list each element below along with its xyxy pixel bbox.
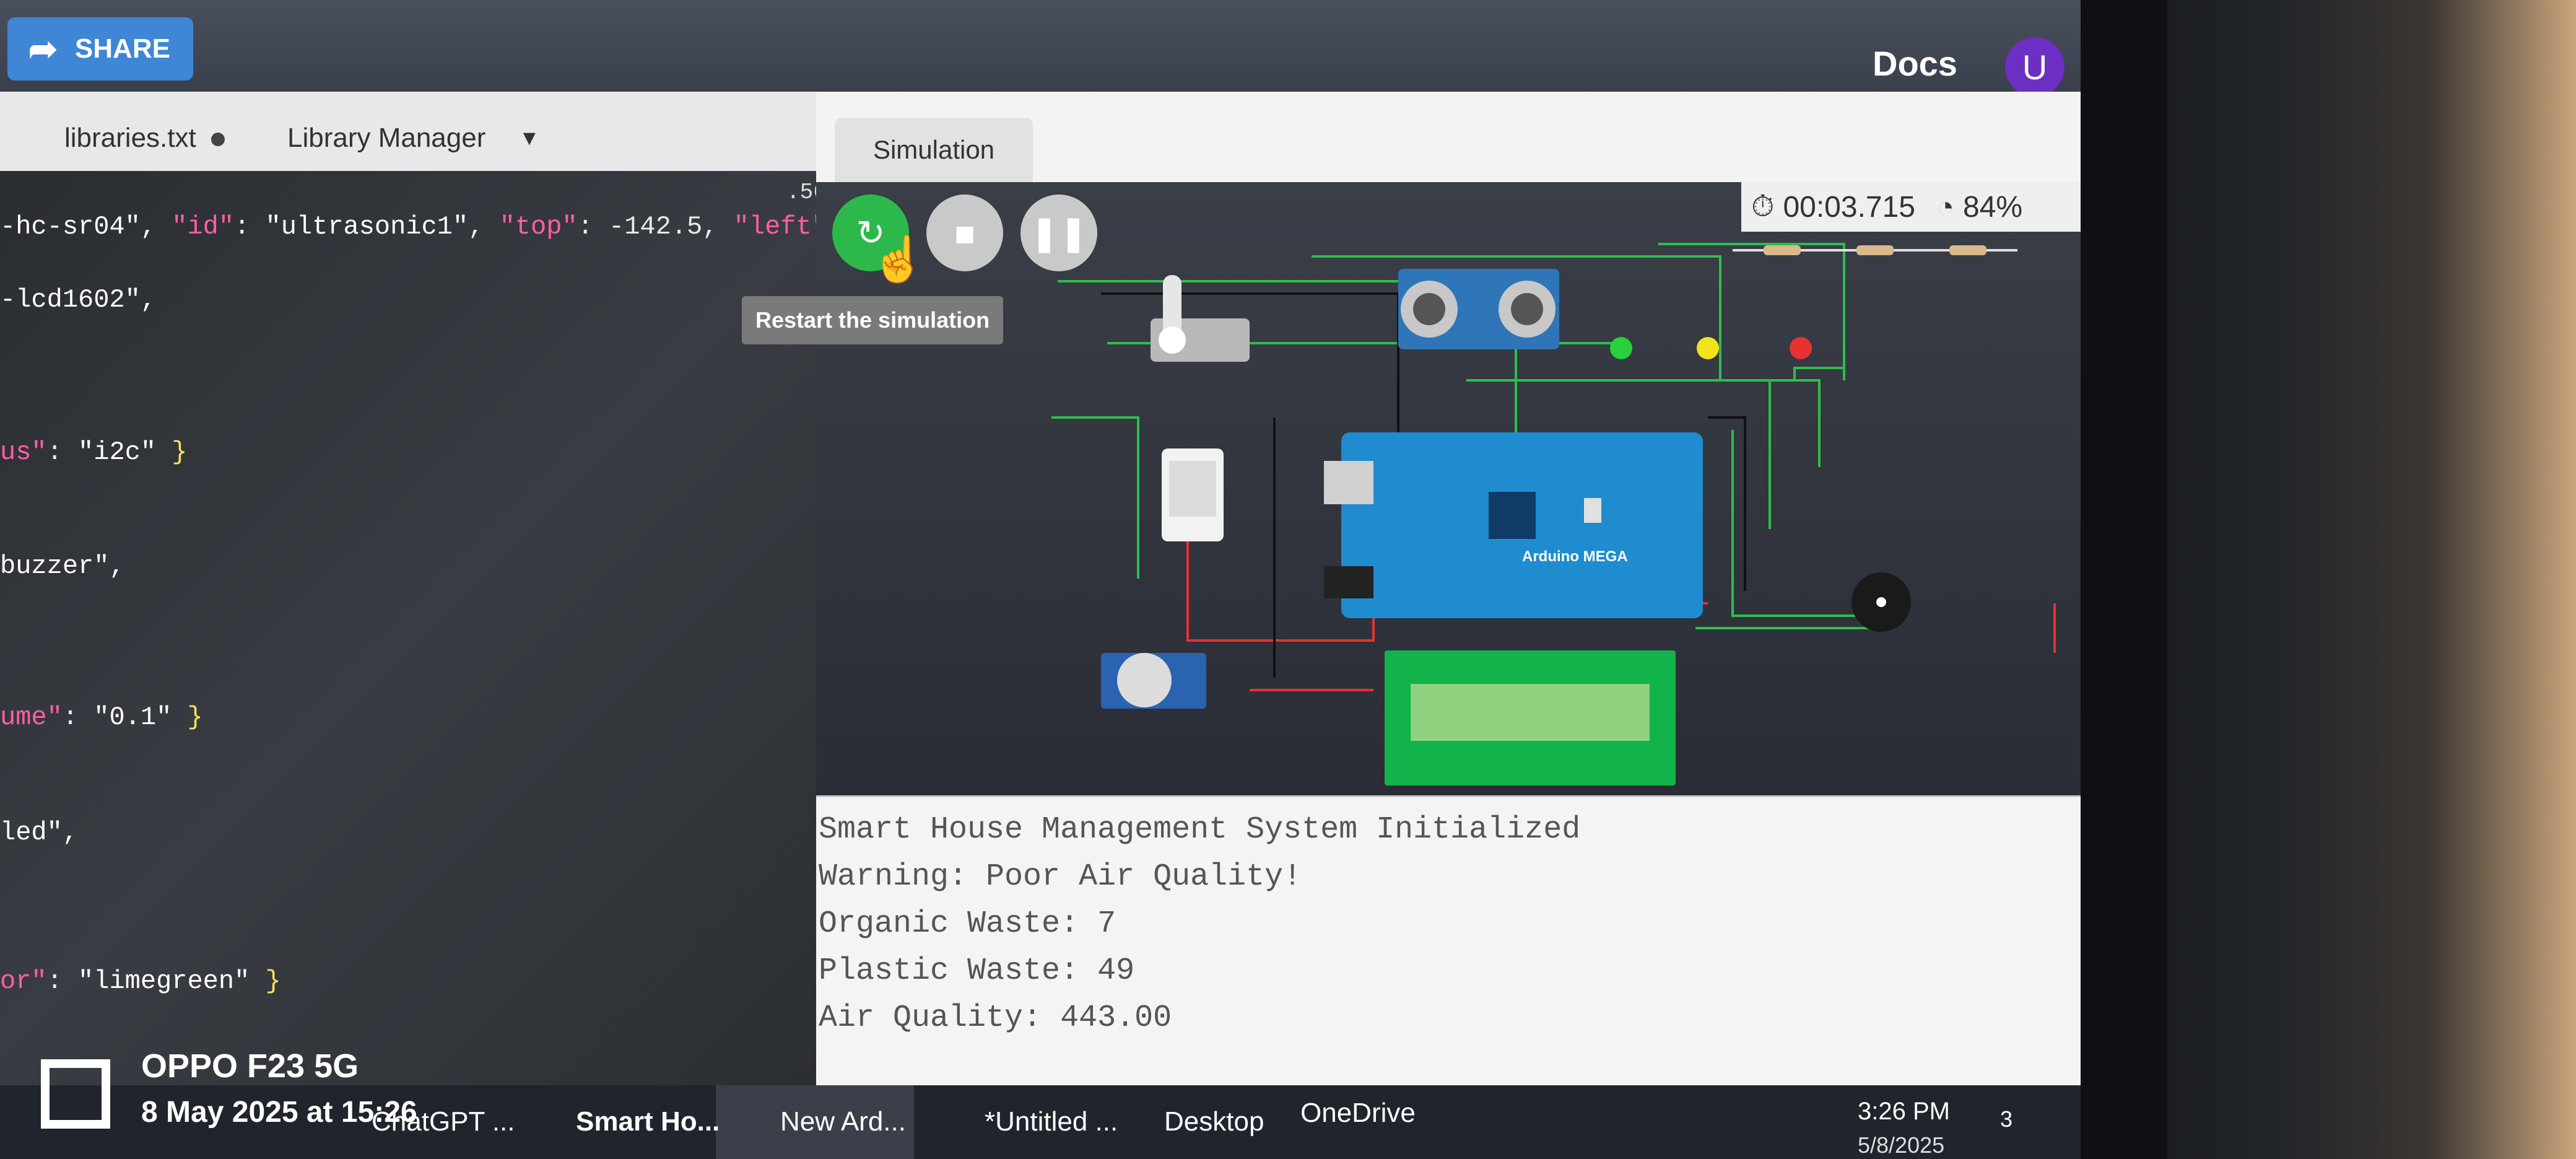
simulation-header: Simulation bbox=[816, 92, 2081, 182]
stop-icon: ■ bbox=[954, 213, 975, 253]
speedometer-icon: ◔ bbox=[1936, 190, 1954, 224]
monitor-bezel bbox=[2081, 0, 2167, 1159]
arduino-mega-board: Arduino MEGA bbox=[1324, 432, 1703, 618]
dht-sensor bbox=[1162, 448, 1224, 541]
docs-link[interactable]: Docs bbox=[1873, 43, 1957, 84]
code-line: -lcd1602", bbox=[0, 285, 157, 315]
top-bar: ➦ SHARE Docs U bbox=[0, 0, 2081, 97]
clock-date[interactable]: 5/8/2025 bbox=[1858, 1132, 1944, 1158]
code-line: buzzer", bbox=[0, 551, 125, 581]
task-untitled[interactable]: *Untitled ... bbox=[985, 1106, 1118, 1137]
code-line: us": "i2c" } bbox=[0, 437, 188, 467]
task-new-arduino[interactable]: New Ard... bbox=[780, 1106, 906, 1137]
simulation-timer: ⏱ 00:03.715 ◔ 84% bbox=[1741, 182, 2081, 232]
task-onedrive[interactable]: OneDrive bbox=[1300, 1098, 1416, 1129]
led-green bbox=[1610, 337, 1632, 359]
clock-time[interactable]: 3:26 PM bbox=[1858, 1098, 1950, 1126]
circuit-diagram: Arduino MEGA bbox=[1051, 243, 2056, 785]
camera-watermark-date: 8 May 2025 at 15:26 bbox=[141, 1096, 417, 1129]
share-arrow-icon: ➦ bbox=[28, 29, 58, 68]
speed-value: 84% bbox=[1963, 190, 2023, 224]
user-avatar[interactable]: U bbox=[2005, 37, 2065, 97]
hand-cursor-icon: ☝ bbox=[871, 235, 926, 284]
stopwatch-icon: ⏱ bbox=[1751, 190, 1775, 223]
serial-line: Air Quality: 443.00 bbox=[819, 1000, 1172, 1036]
timer-value: 00:03.715 bbox=[1783, 190, 1915, 224]
tab-libraries[interactable]: libraries.txt bbox=[64, 123, 225, 154]
serial-line: Organic Waste: 7 bbox=[819, 906, 1116, 942]
unsaved-dot-icon bbox=[211, 133, 225, 147]
code-line: -hc-sr04", "id": "ultrasonic1", "top": -… bbox=[0, 212, 843, 242]
serial-line: Plastic Waste: 49 bbox=[819, 953, 1135, 989]
task-smart-house[interactable]: Smart Ho... bbox=[576, 1106, 720, 1137]
serial-monitor[interactable]: Smart House Management System Initialize… bbox=[816, 795, 2081, 1090]
code-editor[interactable]: .56 -hc-sr04", "id": "ultrasonic1", "top… bbox=[0, 171, 843, 1090]
simulation-canvas[interactable]: Arduino MEGA ↻ ■ ❚❚ ☝ Restart the simula… bbox=[742, 182, 2081, 795]
buzzer bbox=[1852, 572, 1911, 632]
lcd-display bbox=[1385, 650, 1676, 785]
resistor-1 bbox=[1764, 245, 1801, 255]
camera-watermark-model: OPPO F23 5G bbox=[141, 1047, 359, 1085]
task-desktop[interactable]: Desktop bbox=[1164, 1106, 1264, 1137]
ultrasonic-sensor bbox=[1398, 269, 1559, 349]
share-label: SHARE bbox=[74, 33, 170, 64]
pause-icon: ❚❚ bbox=[1030, 213, 1088, 252]
tab-library-manager[interactable]: Library Manager bbox=[287, 123, 485, 154]
notification-count[interactable]: 3 bbox=[2000, 1106, 2012, 1132]
code-line: led", bbox=[0, 818, 79, 847]
gas-sensor bbox=[1101, 653, 1206, 709]
camera-watermark-logo bbox=[41, 1059, 110, 1129]
resistor-2 bbox=[1856, 245, 1894, 255]
code-line: ume": "0.1" } bbox=[0, 702, 203, 732]
tab-label: libraries.txt bbox=[64, 123, 196, 153]
tab-simulation[interactable]: Simulation bbox=[835, 118, 1033, 182]
code-line: or": "limegreen" } bbox=[0, 966, 281, 996]
screen: ➦ SHARE Docs U libraries.txt Library Man… bbox=[0, 0, 2081, 1090]
serial-line: Warning: Poor Air Quality! bbox=[819, 859, 1302, 894]
led-yellow bbox=[1697, 337, 1719, 359]
stop-simulation-button[interactable]: ■ bbox=[926, 195, 1003, 271]
restart-tooltip: Restart the simulation bbox=[742, 296, 1004, 344]
editor-tab-bar: libraries.txt Library Manager ▼ bbox=[0, 92, 816, 172]
serial-line: Smart House Management System Initialize… bbox=[819, 812, 1581, 847]
servo-motor bbox=[1151, 275, 1250, 362]
svg-text:Arduino MEGA: Arduino MEGA bbox=[1522, 548, 1628, 565]
led-red bbox=[1790, 337, 1812, 359]
chevron-down-icon[interactable]: ▼ bbox=[519, 126, 540, 151]
pause-simulation-button[interactable]: ❚❚ bbox=[1020, 195, 1097, 271]
share-button[interactable]: ➦ SHARE bbox=[7, 17, 193, 81]
resistor-3 bbox=[1949, 245, 1986, 255]
